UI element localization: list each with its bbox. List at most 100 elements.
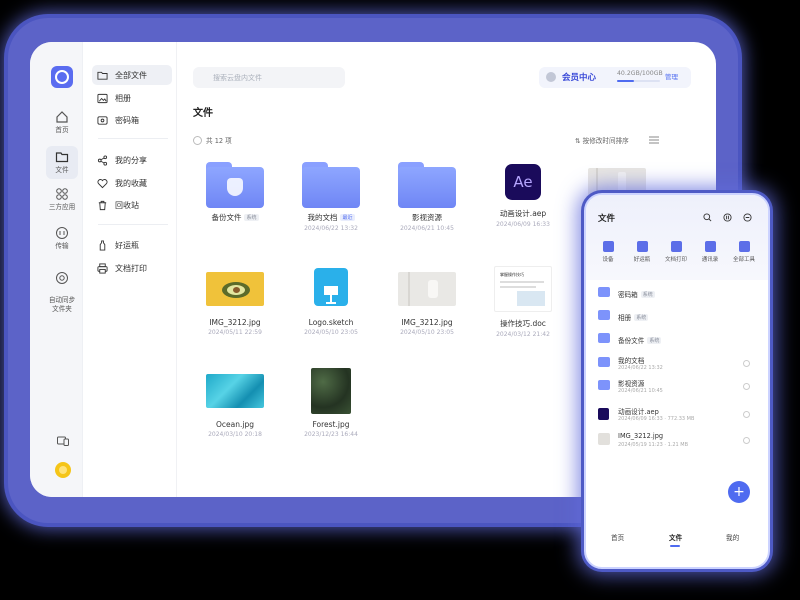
rail-item-apps[interactable]: 三方应用 <box>45 187 79 212</box>
sidebar-item-recycle-bin[interactable]: 回收站 <box>92 195 172 215</box>
file-tile[interactable]: Forest.jpg 2023/12/23 16:44 <box>287 368 375 438</box>
more-icon[interactable] <box>743 213 752 222</box>
tool-label: 通讯录 <box>701 257 719 263</box>
active-tab-indicator <box>670 545 680 547</box>
list-item[interactable]: 密码箱 系统 <box>586 283 768 305</box>
shield-icon <box>227 178 243 196</box>
list-item[interactable]: 备份文件 系统 <box>586 329 768 351</box>
keynote-file-icon <box>314 268 348 306</box>
home-icon <box>56 111 68 123</box>
tab-me[interactable]: 我的 <box>726 532 739 542</box>
system-tag: 系统 <box>647 337 662 344</box>
file-tile[interactable]: Ocean.jpg 2024/03/10 20:18 <box>191 374 279 438</box>
list-item[interactable]: 相册 系统 <box>586 306 768 328</box>
tool-lucky-bottle[interactable]: 好运瓶 <box>624 241 660 263</box>
rail-item-files[interactable]: 文件 <box>46 146 78 179</box>
tool-label: 设备 <box>602 257 614 263</box>
tool-device[interactable]: 设备 <box>590 241 626 263</box>
page-title: 文件 <box>193 108 213 119</box>
sidebar-item-print[interactable]: 文档打印 <box>92 258 172 278</box>
file-date: 2023/12/23 16:44 <box>304 431 358 438</box>
file-tile[interactable]: Ae 动画设计.aep 2024/06/09 16:33 <box>479 164 567 228</box>
select-radio[interactable] <box>743 411 750 418</box>
list-item[interactable]: 影视资源 2024/06/21 10:45 <box>586 376 768 398</box>
rail-item-home[interactable]: 首页 <box>45 110 79 135</box>
file-name: Logo.sketch <box>308 318 354 327</box>
device-icon <box>602 241 614 252</box>
podium-icon <box>324 286 338 304</box>
select-all-checkbox[interactable] <box>193 136 202 145</box>
recent-tag: 最近 <box>340 214 355 221</box>
list-item-name: 备份文件 <box>618 337 645 345</box>
file-tile[interactable]: 影视资源 2024/06/21 10:45 <box>383 162 471 232</box>
sync-icon <box>56 272 68 284</box>
file-name: 我的文档 <box>307 213 338 222</box>
list-item[interactable]: 我的文档 2024/06/22 13:32 <box>586 353 768 375</box>
tool-contacts[interactable]: 通讯录 <box>692 241 728 263</box>
rail-item-transfer[interactable]: 传输 <box>45 226 79 251</box>
sidebar-item-all-files[interactable]: 全部文件 <box>92 65 172 85</box>
apps-icon <box>56 188 68 200</box>
grid-icon <box>738 241 750 252</box>
tool-label: 全部工具 <box>732 257 755 263</box>
search-icon[interactable] <box>703 213 712 222</box>
rail-item-sync[interactable]: 自动同步 文件夹 <box>45 262 79 314</box>
list-item-meta: 2024/05/19 11:23 · 1.21 MB <box>618 442 689 448</box>
file-name: 备份文件 <box>211 213 242 222</box>
vip-center-card[interactable]: 会员中心 40.2GB/100GB 管理 <box>539 67 691 88</box>
storage-bar-fill <box>617 80 635 82</box>
devices-icon[interactable] <box>56 434 70 448</box>
sidebar-item-label: 全部文件 <box>115 70 147 80</box>
folder-icon <box>598 287 610 297</box>
share-icon <box>97 154 108 166</box>
file-date: 2024/03/12 21:42 <box>496 331 550 338</box>
avatar[interactable] <box>55 462 71 478</box>
sort-label: 按修改时间排序 <box>582 137 629 145</box>
folder-icon <box>97 71 108 80</box>
folder-icon <box>398 162 456 208</box>
search-input[interactable]: 搜索云盘内文件 <box>193 67 345 88</box>
transfer-icon[interactable] <box>723 213 732 222</box>
phone-window: 文件 设备 好运瓶 文档打印 通讯录 全部工具 密码箱 系统 相册 系统 备份文件系… <box>584 193 770 569</box>
file-tile[interactable]: IMG_3212.jpg 2024/05/11 22:59 <box>191 272 279 336</box>
sort-button[interactable]: ⇅ 按修改时间排序 <box>575 135 629 145</box>
file-tile[interactable]: 我的文档 最近 2024/06/22 13:32 <box>287 162 375 232</box>
sidebar-item-favorites[interactable]: 我的收藏 <box>92 173 172 193</box>
image-icon <box>97 93 108 103</box>
sidebar-item-lucky-bottle[interactable]: 好运瓶 <box>92 235 172 255</box>
manage-storage-link[interactable]: 管理 <box>665 71 678 81</box>
list-item-name: 密码箱 <box>618 291 638 299</box>
sidebar-item-label: 我的收藏 <box>115 178 147 188</box>
file-name: IMG_3212.jpg <box>209 318 261 327</box>
folder-icon <box>302 162 360 208</box>
sidebar-item-safe[interactable]: 密码箱 <box>92 110 172 130</box>
tool-print[interactable]: 文档打印 <box>658 241 694 263</box>
add-button[interactable]: + <box>728 481 750 503</box>
file-tile[interactable]: IMG_3212.jpg 2024/05/10 23:05 <box>383 272 471 336</box>
folder-icon <box>598 380 610 390</box>
tool-all-tools[interactable]: 全部工具 <box>726 241 762 263</box>
sort-icon: ⇅ <box>575 137 583 145</box>
select-radio[interactable] <box>743 360 750 367</box>
system-tag: 系统 <box>244 214 259 221</box>
list-item[interactable]: 动画设计.aep 2024/06/09 16:33 · 772.33 MB <box>586 404 768 426</box>
list-item-meta: 2024/06/22 13:32 <box>618 365 663 371</box>
folder-icon <box>598 333 610 343</box>
tool-label: 好运瓶 <box>633 257 651 263</box>
sidebar-item-album[interactable]: 相册 <box>92 88 172 108</box>
list-view-icon[interactable] <box>649 136 659 144</box>
tab-home[interactable]: 首页 <box>611 532 624 542</box>
sidebar-item-share[interactable]: 我的分享 <box>92 150 172 170</box>
select-radio[interactable] <box>743 383 750 390</box>
select-radio[interactable] <box>743 437 750 444</box>
transfer-icon <box>56 227 68 239</box>
system-tag: 系统 <box>634 314 649 321</box>
tab-files[interactable]: 文件 <box>669 532 682 542</box>
list-item[interactable]: IMG_3212.jpg 2024/05/19 11:23 · 1.21 MB <box>586 430 768 452</box>
after-effects-file-icon <box>598 408 609 420</box>
file-tile[interactable]: 掌握操作技巧 操作技巧.doc 2024/03/12 21:42 <box>479 266 567 338</box>
list-item-meta: 2024/06/09 16:33 · 772.33 MB <box>618 416 695 422</box>
file-tile[interactable]: Logo.sketch 2024/05/10 23:05 <box>287 268 375 336</box>
file-date: 2024/05/11 22:59 <box>208 329 262 336</box>
file-tile[interactable]: 备份文件 系统 <box>191 162 279 223</box>
